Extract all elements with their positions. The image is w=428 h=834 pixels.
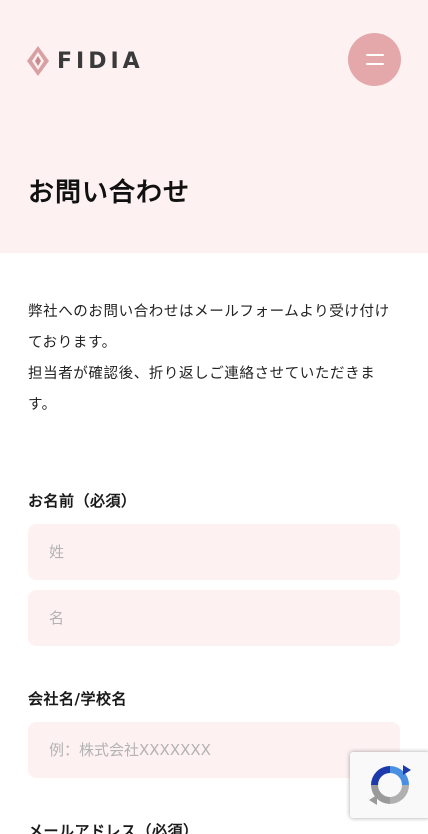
site-logo[interactable]: FIDIA: [27, 46, 144, 76]
recaptcha-icon: [369, 765, 411, 805]
hamburger-menu-icon: [365, 54, 384, 56]
company-field-label: 会社名/学校名: [28, 690, 127, 708]
hamburger-menu-icon: [365, 63, 384, 65]
page-header: FIDIA お問い合わせ: [0, 0, 428, 253]
logo-text: FIDIA: [57, 48, 144, 74]
page-title: お問い合わせ: [28, 178, 191, 208]
company-input[interactable]: [28, 722, 400, 778]
first-name-input[interactable]: [28, 590, 400, 646]
email-field-label: メールアドレス（必須）: [28, 822, 199, 834]
recaptcha-badge[interactable]: [350, 752, 428, 818]
intro-text: 弊社へのお問い合わせはメールフォームより受け付けております。 担当者が確認後、折…: [28, 297, 400, 421]
intro-line: 担当者が確認後、折り返しご連絡させていただきます。: [28, 366, 376, 413]
name-field-label: お名前（必須）: [28, 492, 137, 510]
menu-button[interactable]: [348, 33, 401, 86]
last-name-input[interactable]: [28, 524, 400, 580]
diamond-logo-icon: [27, 46, 49, 76]
intro-line: 弊社へのお問い合わせはメールフォームより受け付けております。: [28, 304, 390, 351]
